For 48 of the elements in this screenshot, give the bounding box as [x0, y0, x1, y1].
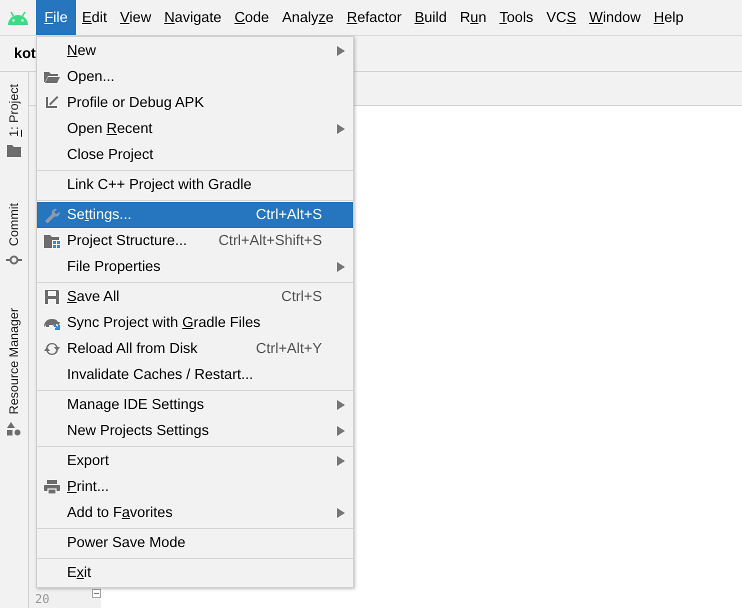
menu-item[interactable]: Sync Project with Gradle Files [37, 310, 353, 336]
menu-bar-item[interactable]: View [114, 0, 158, 35]
settings-icon [43, 207, 61, 223]
line-number: 20 [35, 592, 50, 606]
menu-bar-item[interactable]: Analyze [276, 0, 340, 35]
menu-item[interactable]: New Projects Settings [37, 418, 353, 444]
menu-item[interactable]: Profile or Debug APK [37, 90, 353, 116]
menu-item[interactable]: File Properties [37, 254, 353, 280]
menu-item[interactable]: Link C++ Project with Gradle [37, 172, 353, 198]
menu-item[interactable]: Power Save Mode [37, 530, 353, 556]
menu-bar-item[interactable]: Help [648, 0, 690, 35]
menu-bar-item[interactable]: Edit [76, 0, 113, 35]
menu-bar-item[interactable]: Window [583, 0, 647, 35]
commit-icon [6, 254, 22, 266]
menu-bar-item[interactable]: Code [228, 0, 276, 35]
menu-bar-item[interactable]: Navigate [158, 0, 228, 35]
printer-icon [43, 479, 61, 495]
menu-item[interactable]: Settings... Ctrl+Alt+S [37, 202, 353, 228]
menu-item[interactable]: Close Project [37, 142, 353, 168]
menu-bar-item[interactable]: Tools [493, 0, 540, 35]
refresh-icon [43, 341, 61, 357]
menu-item[interactable]: Exit [37, 560, 353, 586]
menu-item[interactable]: Open... [37, 64, 353, 90]
menu-item[interactable]: Manage IDE Settings [37, 392, 353, 418]
menu-item[interactable]: New [37, 38, 353, 64]
menu-item[interactable]: Print... [37, 474, 353, 500]
menu-bar-item[interactable]: Refactor [340, 0, 408, 35]
menu-item[interactable]: Reload All from Disk Ctrl+Alt+Y [37, 336, 353, 362]
menu-item[interactable]: Export [37, 448, 353, 474]
shapes-icon [7, 422, 21, 436]
folder-open-icon [43, 69, 61, 85]
arrow-down-left-icon [43, 95, 61, 111]
folder-grid-icon [43, 233, 61, 249]
menu-item[interactable]: Project Structure... Ctrl+Alt+Shift+S [37, 228, 353, 254]
menu-bar-item[interactable]: Build [408, 0, 453, 35]
menu-bar-item[interactable]: File [36, 0, 76, 35]
menu-bar-item[interactable]: VCS [540, 0, 582, 35]
tool-window-tab[interactable]: Resource Manager [7, 308, 21, 414]
menu-bar-item[interactable]: Run [454, 0, 492, 35]
tool-window-tab[interactable]: 1: Project [7, 84, 21, 137]
tool-window-tab[interactable]: Commit [7, 202, 21, 246]
menu-item[interactable]: Invalidate Caches / Restart... [37, 362, 353, 388]
folder-icon [7, 144, 21, 157]
android-logo-icon [6, 10, 30, 24]
menu-item[interactable]: Add to Favorites [37, 500, 353, 526]
menu-item[interactable]: Open Recent [37, 116, 353, 142]
menu-item[interactable]: Save All Ctrl+S [37, 284, 353, 310]
project-name: kot [14, 46, 36, 62]
